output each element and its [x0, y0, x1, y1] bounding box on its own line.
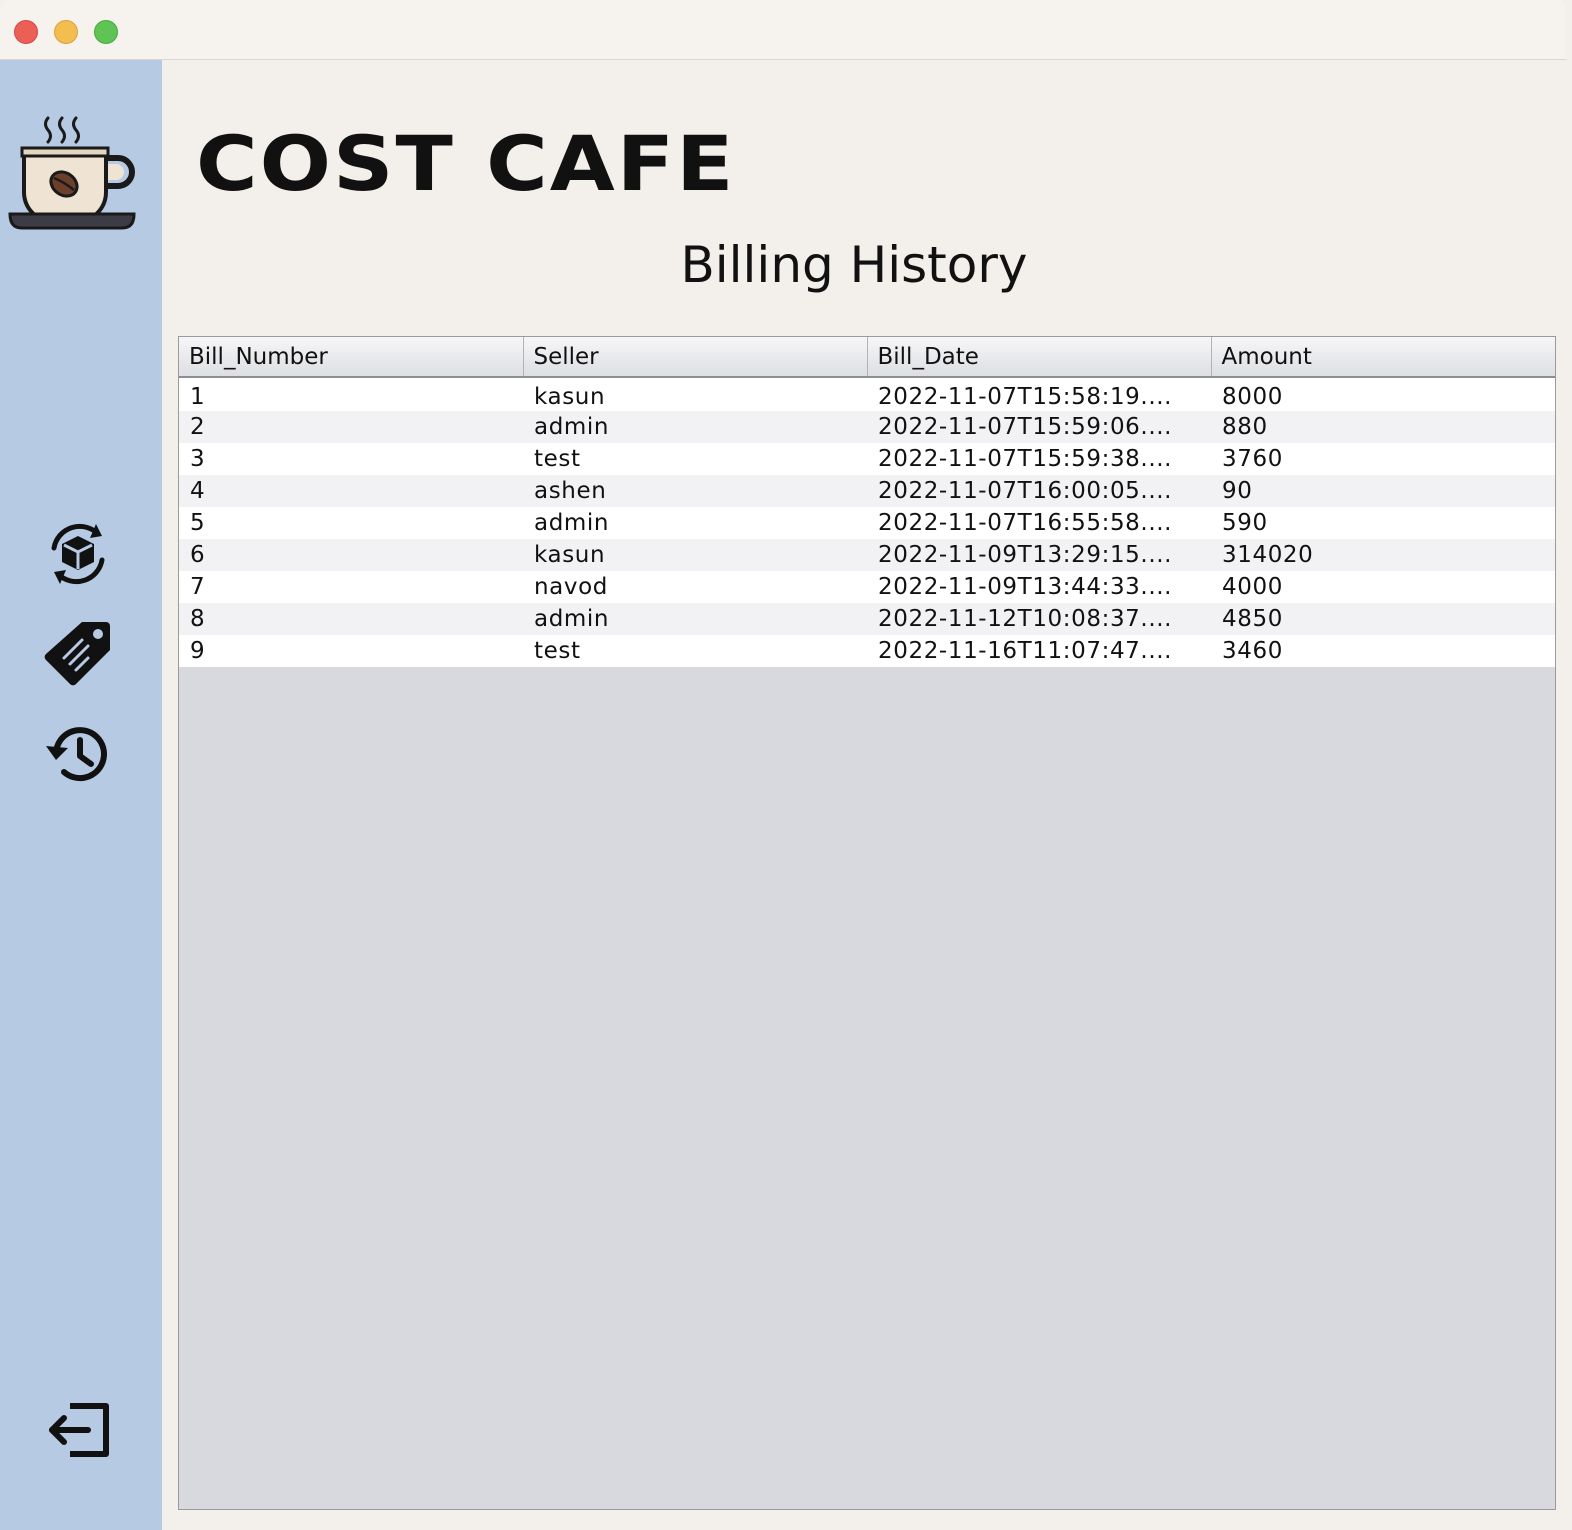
- page-title: Billing History: [680, 236, 1028, 294]
- billing-table[interactable]: Bill_Number Seller Bill_Date Amount 1 kas…: [178, 336, 1556, 1510]
- window-maximize-button[interactable]: [94, 20, 118, 44]
- cell-amount[interactable]: 314020: [1211, 539, 1555, 571]
- cell-amount[interactable]: 3760: [1211, 443, 1555, 475]
- cell-amount[interactable]: 4850: [1211, 603, 1555, 635]
- column-header-bill-number[interactable]: Bill_Number: [179, 337, 524, 378]
- cell-bill-date[interactable]: 2022-11-16T11:07:47....: [867, 635, 1211, 667]
- cell-bill-number[interactable]: 9: [179, 635, 523, 667]
- table-row[interactable]: 2 admin 2022-11-07T15:59:06.... 880: [179, 411, 1555, 443]
- cell-bill-number[interactable]: 3: [179, 443, 523, 475]
- sidebar-item-inventory[interactable]: [42, 518, 114, 590]
- cell-amount[interactable]: 8000: [1211, 377, 1555, 411]
- cell-seller[interactable]: admin: [523, 507, 867, 539]
- cell-bill-date[interactable]: 2022-11-07T15:58:19....: [867, 377, 1211, 411]
- brand-title: COST CAFE: [196, 119, 736, 208]
- sidebar: [0, 60, 162, 1530]
- cell-bill-date[interactable]: 2022-11-09T13:29:15....: [867, 539, 1211, 571]
- cell-seller[interactable]: kasun: [523, 377, 867, 411]
- cell-bill-date[interactable]: 2022-11-07T15:59:06....: [867, 411, 1211, 443]
- table-row[interactable]: 3 test 2022-11-07T15:59:38.... 3760: [179, 443, 1555, 475]
- main-content: COST CAFE Billing History Bill_Number Se…: [162, 60, 1566, 1530]
- table-row[interactable]: 5 admin 2022-11-07T16:55:58.... 590: [179, 507, 1555, 539]
- cell-bill-number[interactable]: 1: [179, 377, 523, 411]
- column-header-bill-date[interactable]: Bill_Date: [867, 337, 1212, 378]
- cell-bill-date[interactable]: 2022-11-12T10:08:37....: [867, 603, 1211, 635]
- cell-seller[interactable]: admin: [523, 411, 867, 443]
- cell-bill-number[interactable]: 7: [179, 571, 523, 603]
- column-header-amount[interactable]: Amount: [1211, 337, 1555, 378]
- cell-bill-number[interactable]: 5: [179, 507, 523, 539]
- cell-bill-number[interactable]: 4: [179, 475, 523, 507]
- cell-amount[interactable]: 3460: [1211, 635, 1555, 667]
- cell-seller[interactable]: kasun: [523, 539, 867, 571]
- cell-amount[interactable]: 90: [1211, 475, 1555, 507]
- table-row[interactable]: 8 admin 2022-11-12T10:08:37.... 4850: [179, 603, 1555, 635]
- table-row[interactable]: 4 ashen 2022-11-07T16:00:05.... 90: [179, 475, 1555, 507]
- cell-amount[interactable]: 880: [1211, 411, 1555, 443]
- cell-amount[interactable]: 590: [1211, 507, 1555, 539]
- cell-bill-date[interactable]: 2022-11-07T16:55:58....: [867, 507, 1211, 539]
- sidebar-item-pricing[interactable]: [42, 618, 114, 690]
- box-refresh-icon: [51, 523, 105, 585]
- table-row[interactable]: 1 kasun 2022-11-07T15:58:19.... 8000: [179, 377, 1555, 411]
- window-minimize-button[interactable]: [54, 20, 78, 44]
- cell-bill-date[interactable]: 2022-11-07T16:00:05....: [867, 475, 1211, 507]
- cell-seller[interactable]: navod: [523, 571, 867, 603]
- window-close-button[interactable]: [14, 20, 38, 44]
- cell-bill-number[interactable]: 2: [179, 411, 523, 443]
- history-icon: [46, 727, 107, 782]
- table-row[interactable]: 7 navod 2022-11-09T13:44:33.... 4000: [179, 571, 1555, 603]
- logout-icon: [49, 1403, 109, 1457]
- cell-amount[interactable]: 4000: [1211, 571, 1555, 603]
- table-row[interactable]: 9 test 2022-11-16T11:07:47.... 3460: [179, 635, 1555, 667]
- price-tag-icon: [44, 622, 110, 686]
- cell-seller[interactable]: admin: [523, 603, 867, 635]
- coffee-cup-logo-icon: [8, 114, 142, 234]
- cell-bill-date[interactable]: 2022-11-09T13:44:33....: [867, 571, 1211, 603]
- cell-seller[interactable]: test: [523, 443, 867, 475]
- cell-bill-number[interactable]: 6: [179, 539, 523, 571]
- cell-bill-number[interactable]: 8: [179, 603, 523, 635]
- cell-seller[interactable]: test: [523, 635, 867, 667]
- cell-bill-date[interactable]: 2022-11-07T15:59:38....: [867, 443, 1211, 475]
- table-row[interactable]: 6 kasun 2022-11-09T13:29:15.... 314020: [179, 539, 1555, 571]
- sidebar-item-logout[interactable]: [42, 1394, 114, 1466]
- table-header-row: Bill_Number Seller Bill_Date Amount: [179, 337, 1555, 378]
- column-header-seller[interactable]: Seller: [523, 337, 868, 378]
- cell-seller[interactable]: ashen: [523, 475, 867, 507]
- sidebar-item-history[interactable]: [42, 718, 114, 790]
- window-titlebar: [0, 0, 1566, 60]
